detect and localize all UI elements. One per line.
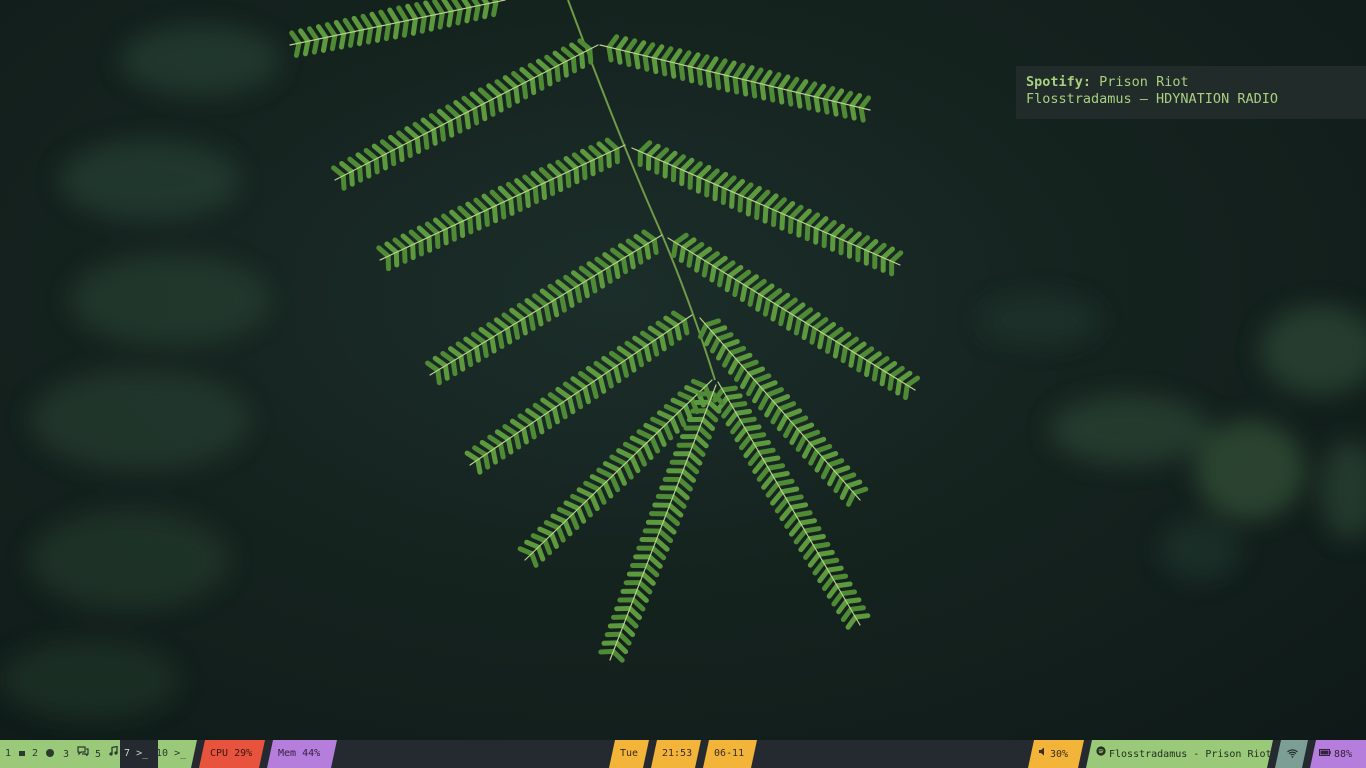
wifi-indicator[interactable] — [1275, 740, 1308, 768]
now-playing[interactable]: Flosstradamus - Prison Riot — [1086, 740, 1273, 768]
workspace-number: 2 — [32, 748, 39, 759]
workspace-number: 10 — [156, 748, 169, 759]
workspace-10[interactable]: 10 >_ — [156, 740, 186, 768]
music-icon — [109, 740, 118, 768]
clock[interactable]: 21:53 — [651, 740, 701, 768]
workspace-7-active[interactable]: 7 >_ — [120, 740, 158, 768]
now-playing-text: Flosstradamus - Prison Riot — [1109, 749, 1272, 760]
speaker-icon — [1038, 740, 1047, 768]
volume-value: 30% — [1050, 749, 1069, 760]
chrome-icon — [46, 749, 54, 757]
workspace-number: 7 — [124, 748, 131, 759]
battery-indicator[interactable]: 88% — [1310, 740, 1366, 768]
cpu-indicator: CPU 29% — [199, 740, 265, 768]
memory-indicator: Mem 44% — [267, 740, 337, 768]
terminal-icon: >_ — [174, 748, 187, 759]
weekday: Tue — [609, 740, 649, 768]
fern-leaf — [289, 0, 921, 663]
spotify-notification[interactable]: Spotify: Prison Riot Flosstradamus – HDY… — [1016, 66, 1366, 119]
date: 06-11 — [703, 740, 757, 768]
notification-app: Spotify: — [1026, 74, 1092, 90]
terminal-icon: >_ — [136, 748, 149, 759]
notification-body: Flosstradamus – HDYNATION RADIO — [1026, 91, 1278, 107]
battery-value: 88% — [1334, 749, 1353, 760]
workspace-number: 1 — [5, 748, 12, 759]
workspace-3[interactable]: 3 — [63, 740, 92, 768]
volume-indicator[interactable]: 30% — [1028, 740, 1084, 768]
workspace-2[interactable]: 2 — [32, 740, 57, 768]
workspace-1[interactable]: 1 — [5, 740, 28, 768]
workspace-list: 1 2 3 5 7 >_ 10 >_ — [0, 740, 197, 768]
battery-icon — [1319, 740, 1331, 768]
notification-title: Prison Riot — [1099, 74, 1189, 90]
workspace-number: 3 — [63, 749, 70, 760]
status-bar: 1 2 3 5 7 >_ 10 >_ CPU 29% Mem 44% Tue 2… — [0, 740, 1366, 768]
workspace-5[interactable]: 5 — [95, 740, 121, 768]
spotify-icon — [1096, 740, 1106, 768]
window-icon — [19, 751, 25, 756]
wifi-icon — [1287, 748, 1298, 759]
desktop[interactable]: Spotify: Prison Riot Flosstradamus – HDY… — [0, 0, 1366, 740]
chat-icon — [77, 740, 89, 768]
workspace-number: 5 — [95, 749, 102, 760]
